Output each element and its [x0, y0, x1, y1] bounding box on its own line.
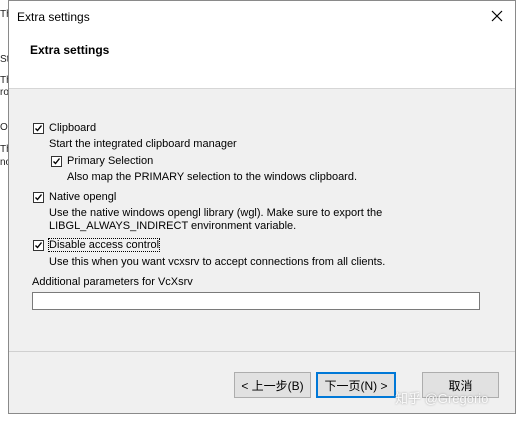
window-title: Extra settings: [17, 10, 90, 24]
native-opengl-description: Use the native windows opengl library (w…: [49, 207, 383, 219]
native-opengl-checkbox[interactable]: [33, 192, 44, 203]
primary-selection-checkbox[interactable]: [51, 156, 62, 167]
close-button[interactable]: [479, 1, 515, 31]
disable-access-control-label[interactable]: Disable access control: [47, 238, 161, 252]
back-button[interactable]: < 上一步(B): [234, 372, 311, 398]
native-opengl-label[interactable]: Native opengl: [49, 191, 116, 203]
disable-access-control-checkbox[interactable]: [33, 240, 44, 251]
next-button[interactable]: 下一页(N) >: [316, 372, 396, 398]
page-title: Extra settings: [30, 43, 110, 57]
checkmark-icon: [53, 158, 61, 165]
primary-selection-description: Also map the PRIMARY selection to the wi…: [67, 171, 358, 183]
close-icon: [491, 10, 503, 22]
title-bar: Extra settings: [9, 1, 515, 31]
divider: [9, 351, 515, 352]
clipboard-label[interactable]: Clipboard: [49, 122, 96, 134]
wizard-header: Extra settings: [9, 31, 515, 89]
extra-settings-dialog: Extra settings Extra settings Clipboard …: [8, 0, 516, 414]
clipboard-description: Start the integrated clipboard manager: [49, 138, 237, 150]
params-label: Additional parameters for VcXsrv: [32, 276, 193, 288]
watermark: 知乎 @Gregorio: [395, 391, 489, 406]
checkmark-icon: [35, 242, 43, 249]
params-input[interactable]: [32, 292, 480, 310]
native-opengl-description: LIBGL_ALWAYS_INDIRECT environment variab…: [49, 220, 297, 232]
checkmark-icon: [35, 194, 43, 201]
clipboard-checkbox[interactable]: [33, 123, 44, 134]
primary-selection-label[interactable]: Primary Selection: [67, 155, 153, 167]
disable-access-control-description: Use this when you want vcxsrv to accept …: [49, 256, 386, 268]
checkmark-icon: [35, 125, 43, 132]
